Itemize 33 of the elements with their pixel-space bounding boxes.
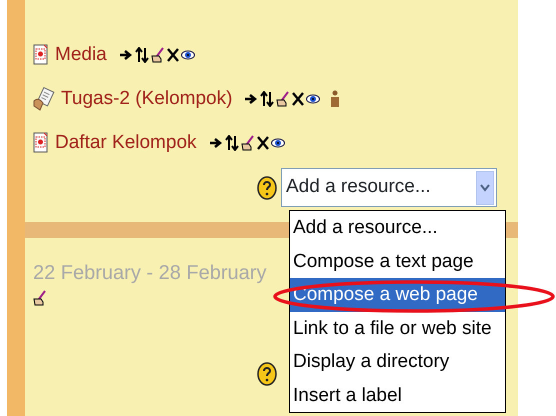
dropdown-option[interactable]: Display a directory [290, 345, 505, 378]
page-icon[interactable] [33, 44, 49, 66]
help-icon[interactable] [257, 362, 277, 386]
person-icon[interactable] [330, 90, 340, 108]
hand-pencil-icon[interactable] [33, 290, 47, 306]
eye-icon[interactable] [180, 50, 195, 60]
up-down-arrows-icon[interactable] [224, 135, 239, 151]
page-icon[interactable] [33, 132, 49, 154]
arrow-right-icon[interactable] [118, 48, 133, 62]
caret-icon [480, 184, 490, 192]
help-icon[interactable] [257, 176, 277, 200]
dropdown-option[interactable]: Compose a text page [290, 244, 505, 278]
activity-link[interactable]: Daftar Kelompok [55, 128, 197, 158]
close-icon[interactable] [292, 92, 304, 106]
up-down-arrows-icon[interactable] [134, 47, 149, 63]
arrow-right-icon[interactable] [208, 136, 223, 150]
activity-link[interactable]: Media [55, 40, 107, 70]
dropdown-option[interactable]: Insert a label [290, 378, 505, 412]
arrow-right-icon[interactable] [244, 92, 258, 106]
hand-pencil-icon[interactable] [276, 91, 290, 107]
section-date: 22 February - 28 February [33, 261, 266, 286]
activity-link[interactable]: Tugas-2 (Kelompok) [61, 84, 232, 114]
hand-pencil-icon[interactable] [240, 135, 255, 151]
resource-dropdown[interactable]: Add a resource... [281, 168, 497, 207]
hand-paper-icon[interactable] [33, 87, 55, 111]
close-icon[interactable] [166, 48, 179, 62]
up-down-arrows-icon[interactable] [260, 91, 274, 107]
dropdown-option[interactable]: Add a resource... [290, 211, 505, 244]
hand-pencil-icon[interactable] [150, 47, 165, 63]
dropdown-option[interactable]: Link to a file or web site [290, 312, 505, 345]
close-icon[interactable] [256, 136, 269, 150]
eye-icon[interactable] [306, 94, 320, 104]
eye-icon[interactable] [270, 138, 285, 148]
